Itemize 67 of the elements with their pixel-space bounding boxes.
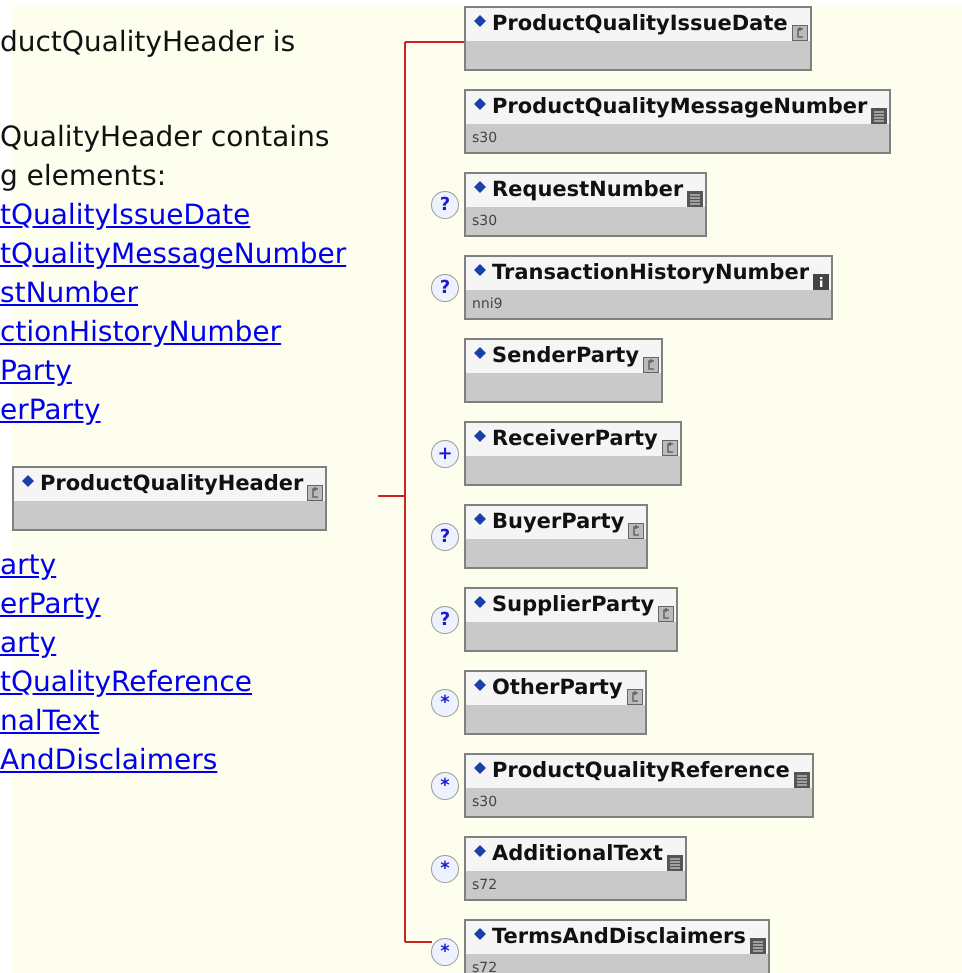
element-link[interactable]: tQualityIssueDate (0, 195, 250, 234)
complex-type-icon (792, 25, 808, 41)
cardinality-marker: ? (431, 522, 459, 550)
complex-type-icon (643, 357, 660, 373)
cardinality-marker: * (431, 688, 459, 716)
element-name: ProductQualityIssueDate (492, 10, 788, 37)
list-icon (750, 938, 766, 954)
cardinality-marker: ? (431, 190, 459, 218)
diamond-icon (474, 845, 486, 857)
diamond-icon (474, 679, 486, 691)
complex-type-icon (626, 689, 643, 705)
element-name: TransactionHistoryNumber (492, 259, 810, 286)
element-name: SupplierParty (492, 591, 654, 618)
element-type: s72 (472, 877, 498, 893)
complex-type-icon (658, 606, 674, 622)
element-link[interactable]: erParty (0, 390, 101, 429)
diamond-icon (474, 762, 486, 774)
complex-type-icon (307, 485, 324, 501)
element-type: s30 (472, 213, 498, 229)
element-name: BuyerParty (492, 508, 624, 535)
element-link[interactable]: Party (0, 351, 72, 390)
diamond-icon (474, 596, 486, 608)
diamond-icon (474, 347, 486, 359)
diamond-icon (474, 98, 486, 110)
element-name: RequestNumber (492, 176, 684, 203)
list-icon (794, 772, 810, 788)
diamond-icon (474, 513, 486, 525)
description-text: ductQualityHeader is (0, 24, 296, 60)
cardinality-marker: * (431, 772, 459, 800)
element-link[interactable]: tQualityReference (0, 662, 252, 701)
diamond-icon (474, 181, 486, 193)
element-name: ProductQualityReference (492, 757, 790, 784)
list-icon (687, 191, 704, 207)
element-type: s30 (472, 794, 498, 810)
element-name: ProductQualityMessageNumber (492, 93, 868, 120)
element-name: ProductQualityHeader (40, 470, 304, 497)
description-text: QualityHeader contains g elements: (0, 119, 330, 194)
cardinality-marker: + (431, 440, 459, 468)
element-link[interactable]: AndDisclaimers (0, 740, 218, 779)
diamond-icon (474, 430, 486, 442)
element-link[interactable]: erParty (0, 584, 101, 623)
diamond-icon (474, 15, 486, 27)
cardinality-marker: * (431, 854, 459, 882)
diamond-icon (474, 928, 486, 940)
element-link[interactable]: stNumber (0, 273, 138, 312)
list-icon (666, 855, 683, 871)
complex-type-icon (628, 523, 644, 539)
element-type: nni9 (472, 296, 503, 312)
element-name: OtherParty (492, 674, 623, 701)
element-type: s72 (472, 960, 498, 973)
element-link[interactable]: arty (0, 623, 56, 662)
element-link[interactable]: tQualityMessageNumber (0, 234, 346, 273)
element-link[interactable]: ctionHistoryNumber (0, 312, 282, 351)
element-name: TermsAndDisclaimers (492, 923, 746, 950)
element-link[interactable]: arty (0, 545, 56, 584)
element-type: s30 (472, 130, 498, 146)
complex-type-icon (662, 440, 678, 456)
element-name: AdditionalText (492, 840, 663, 867)
diamond-icon (474, 264, 486, 276)
element-link[interactable]: nalText (0, 701, 100, 740)
list-icon (871, 108, 888, 124)
cardinality-marker: ? (431, 274, 459, 302)
element-name: SenderParty (492, 342, 640, 369)
element-name: ReceiverParty (492, 425, 658, 452)
cardinality-marker: * (431, 938, 459, 966)
cardinality-marker: ? (431, 606, 459, 634)
diamond-icon (22, 475, 34, 487)
